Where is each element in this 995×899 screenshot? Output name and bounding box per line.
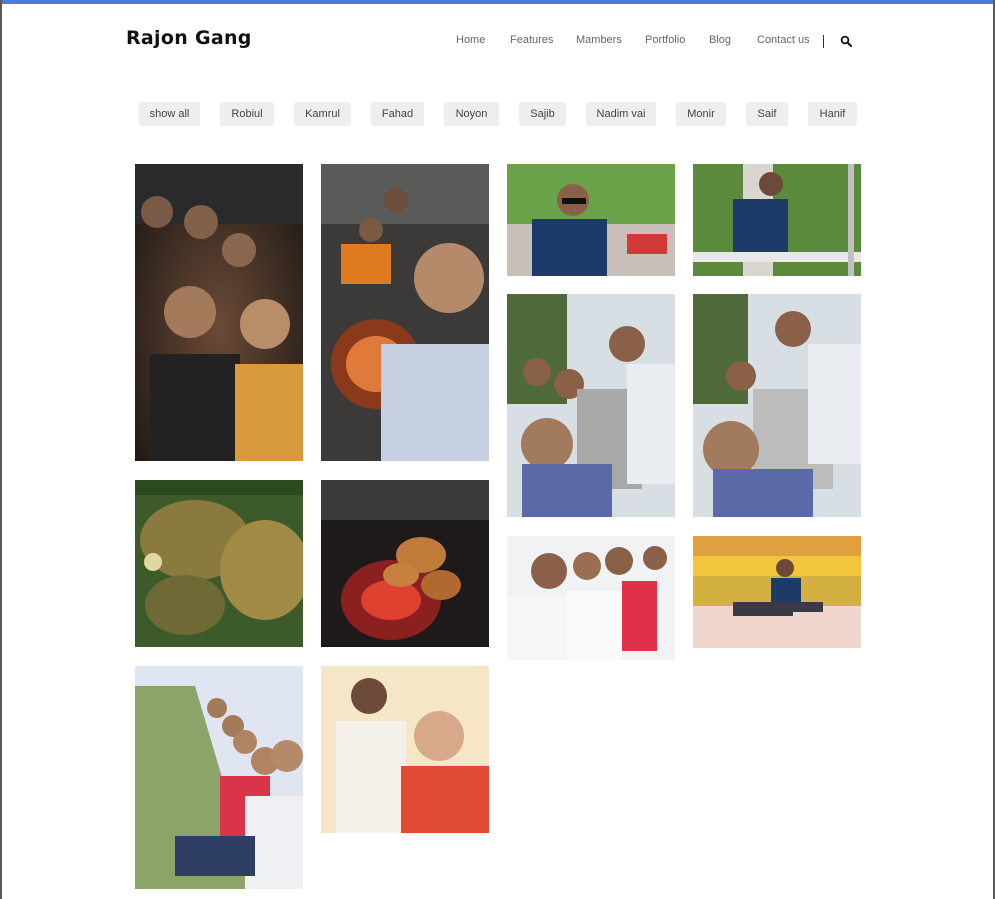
- photo-night-group-selfie[interactable]: [135, 164, 303, 461]
- filter-show-all[interactable]: show all: [139, 102, 200, 126]
- search-icon[interactable]: [840, 34, 852, 47]
- filter-hanif[interactable]: Hanif: [808, 102, 857, 126]
- filter-nadim-vai[interactable]: Nadim vai: [586, 102, 656, 126]
- nav-members[interactable]: Mambers: [576, 34, 622, 46]
- photo-grass-group-selfie[interactable]: [135, 666, 303, 889]
- filter-saif[interactable]: Saif: [746, 102, 788, 126]
- photo-sitting-portrait-yellow-wall[interactable]: [693, 536, 861, 648]
- filter-sajib[interactable]: Sajib: [519, 102, 566, 126]
- filter-robiul[interactable]: Robiul: [220, 102, 274, 126]
- nav-features[interactable]: Features: [510, 34, 553, 46]
- nav-blog[interactable]: Blog: [709, 34, 731, 46]
- nav-separator: [823, 35, 824, 48]
- brand-logo[interactable]: Rajon Gang: [126, 27, 252, 49]
- photo-two-friends-selfie[interactable]: [321, 666, 489, 833]
- photo-group-selfie-outdoors[interactable]: [507, 536, 675, 660]
- nav-contact[interactable]: Contact us: [757, 34, 810, 46]
- photo-bbq-group-selfie[interactable]: [321, 164, 489, 461]
- photo-grill-close-up[interactable]: [321, 480, 489, 647]
- filter-noyon[interactable]: Noyon: [444, 102, 499, 126]
- photo-sunglasses-portrait[interactable]: [507, 164, 675, 276]
- nav-portfolio[interactable]: Portfolio: [645, 34, 685, 46]
- filter-kamrul[interactable]: Kamrul: [294, 102, 351, 126]
- nav-home[interactable]: Home: [456, 34, 485, 46]
- photo-food-on-leaf[interactable]: [135, 480, 303, 647]
- filter-fahad[interactable]: Fahad: [371, 102, 424, 126]
- window-border-left: [0, 0, 2, 899]
- photo-river-selfie-2[interactable]: [693, 294, 861, 517]
- photo-river-selfie-1[interactable]: [507, 294, 675, 517]
- photo-railing-portrait[interactable]: [693, 164, 861, 276]
- filter-monir[interactable]: Monir: [676, 102, 726, 126]
- top-accent-bar: [0, 0, 995, 4]
